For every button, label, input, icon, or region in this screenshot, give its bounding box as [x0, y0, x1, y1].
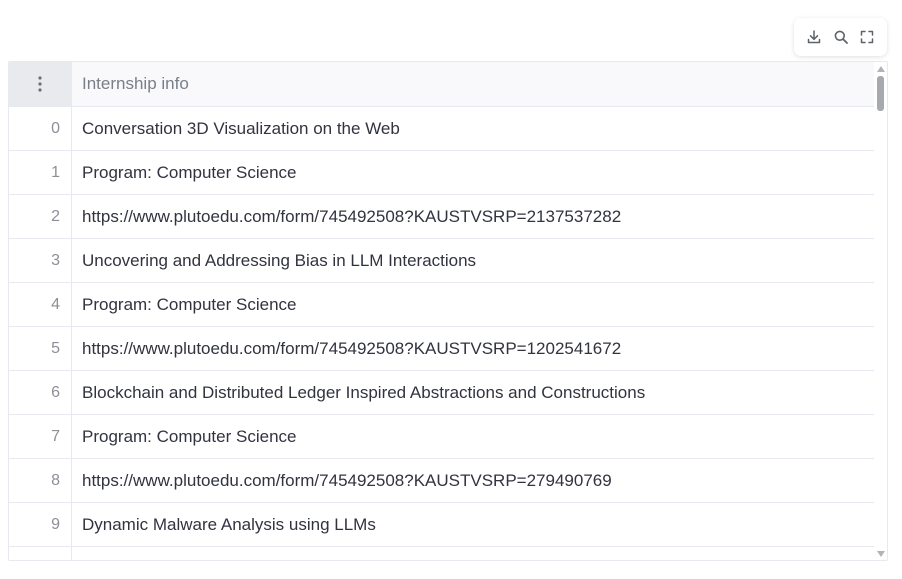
download-button[interactable] [803, 26, 825, 48]
row-index: 6 [9, 371, 72, 414]
row-index: 1 [9, 151, 72, 194]
table-row[interactable]: 8 https://www.plutoedu.com/form/74549250… [9, 459, 875, 503]
table-row[interactable]: 9 Dynamic Malware Analysis using LLMs [9, 503, 875, 547]
table-row[interactable]: 3 Uncovering and Addressing Bias in LLM … [9, 239, 875, 283]
download-icon [807, 30, 820, 44]
row-index-menu-button[interactable] [9, 62, 72, 106]
table-body: 0 Conversation 3D Visualization on the W… [9, 107, 875, 560]
row-index: 3 [9, 239, 72, 282]
table-cell[interactable]: Dynamic Malware Analysis using LLMs [82, 503, 376, 546]
vertical-scrollbar[interactable] [874, 62, 887, 560]
row-index: 9 [9, 503, 72, 546]
table-cell[interactable]: Conversation 3D Visualization on the Web [82, 107, 400, 150]
row-index: 0 [9, 107, 72, 150]
row-index: 5 [9, 327, 72, 370]
table-row[interactable]: 7 Program: Computer Science [9, 415, 875, 459]
row-index: 7 [9, 415, 72, 458]
table-row[interactable]: 4 Program: Computer Science [9, 283, 875, 327]
table-row[interactable]: 0 Conversation 3D Visualization on the W… [9, 107, 875, 151]
table-row[interactable]: 1 Program: Computer Science [9, 151, 875, 195]
table-cell[interactable]: https://www.plutoedu.com/form/745492508?… [82, 327, 621, 370]
search-button[interactable] [830, 26, 852, 48]
row-index [9, 547, 72, 560]
dataframe-toolbar [794, 18, 887, 56]
fullscreen-button[interactable] [856, 26, 878, 48]
search-icon [834, 30, 848, 44]
table-row-partial[interactable] [9, 547, 875, 560]
scrollbar-thumb[interactable] [877, 76, 884, 111]
scroll-up-arrow-icon[interactable] [877, 66, 885, 72]
table-row[interactable]: 5 https://www.plutoedu.com/form/74549250… [9, 327, 875, 371]
table-header-row: Internship info [9, 62, 875, 107]
vertical-ellipsis-icon [38, 76, 42, 92]
table-cell[interactable]: Uncovering and Addressing Bias in LLM In… [82, 239, 476, 282]
fullscreen-icon [861, 30, 874, 44]
table-cell[interactable]: Program: Computer Science [82, 415, 296, 458]
table-row[interactable]: 2 https://www.plutoedu.com/form/74549250… [9, 195, 875, 239]
row-index: 4 [9, 283, 72, 326]
table-cell[interactable]: Blockchain and Distributed Ledger Inspir… [82, 371, 645, 414]
table-cell[interactable]: https://www.plutoedu.com/form/745492508?… [82, 195, 621, 238]
table-row[interactable]: 6 Blockchain and Distributed Ledger Insp… [9, 371, 875, 415]
table-cell[interactable]: Program: Computer Science [82, 151, 296, 194]
table-cell[interactable]: Program: Computer Science [82, 283, 296, 326]
table-cell[interactable]: https://www.plutoedu.com/form/745492508?… [82, 459, 612, 502]
row-index: 8 [9, 459, 72, 502]
scroll-down-arrow-icon[interactable] [877, 551, 885, 557]
row-index: 2 [9, 195, 72, 238]
dataframe-grid[interactable]: Internship info 0 Conversation 3D Visual… [8, 61, 888, 561]
column-header-internship-info[interactable]: Internship info [82, 62, 189, 106]
